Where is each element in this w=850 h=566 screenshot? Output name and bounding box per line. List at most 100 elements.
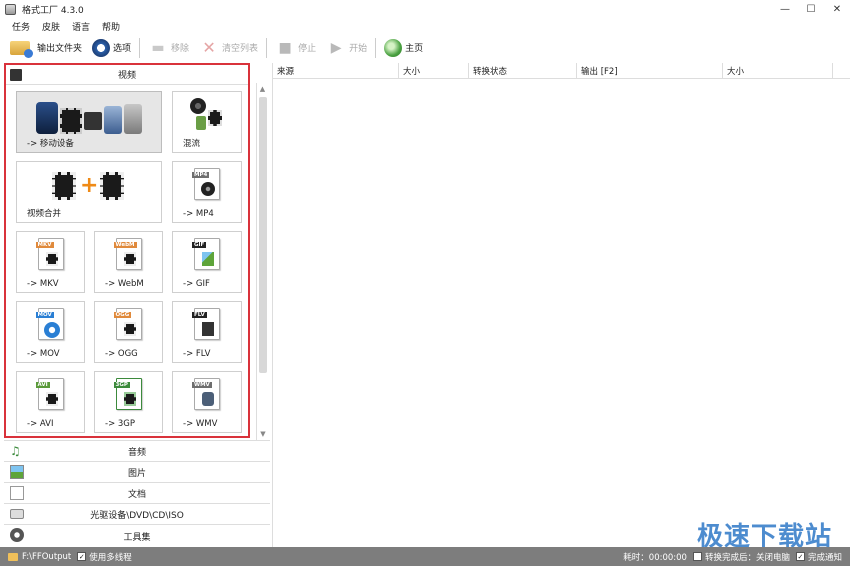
tile-label: -> MP4 — [183, 209, 214, 219]
window-title: 格式工厂 4.3.0 — [22, 5, 84, 16]
scroll-thumb[interactable] — [259, 97, 267, 373]
home-icon — [384, 38, 403, 57]
tile-mov[interactable]: MOV -> MOV — [16, 301, 85, 363]
folder-icon — [10, 40, 33, 58]
multithread-checkbox[interactable]: ✓ — [77, 552, 87, 561]
tile-label: -> MKV — [27, 279, 59, 289]
toolbar-separator — [139, 37, 141, 58]
scroll-up-icon[interactable]: ▲ — [257, 83, 268, 95]
column-output-size[interactable]: 大小 — [723, 63, 833, 79]
close-button[interactable]: ✕ — [824, 0, 850, 18]
minimize-button[interactable]: — — [772, 0, 798, 18]
tile-gif[interactable]: GIF -> GIF — [172, 231, 242, 293]
options-label: 选项 — [113, 44, 132, 54]
category-label: 光驱设备\DVD\CD\ISO — [90, 510, 184, 521]
window-controls: — ☐ ✕ — [772, 0, 850, 18]
category-tools[interactable]: 工具集 — [4, 524, 270, 547]
task-list[interactable]: 来源 大小 转换状态 输出 [F2] 大小 — [272, 63, 850, 547]
tile-mp4[interactable]: MP4 -> MP4 — [172, 161, 242, 223]
column-output[interactable]: 输出 [F2] — [577, 63, 723, 79]
tag: GIF — [192, 242, 207, 248]
output-path[interactable]: F:\FFOutput — [22, 552, 71, 562]
tile-mux[interactable]: 混流 — [172, 91, 242, 153]
webm-file-icon: WebM — [113, 238, 142, 270]
category-label: 工具集 — [123, 532, 151, 543]
tile-avi[interactable]: AVI -> AVI — [16, 371, 85, 433]
tile-mkv[interactable]: MKV -> MKV — [16, 231, 85, 293]
tag: AVI — [35, 382, 50, 388]
video-category-header[interactable]: 视频 — [6, 65, 248, 85]
scroll-down-icon[interactable]: ▼ — [257, 428, 269, 440]
clear-icon: ✕ — [202, 38, 216, 57]
task-list-header: 来源 大小 转换状态 输出 [F2] 大小 — [273, 63, 850, 79]
tag: 3GP — [113, 382, 130, 388]
home-label: 主页 — [405, 44, 424, 54]
flv-file-icon: FLV — [192, 308, 220, 340]
column-size[interactable]: 大小 — [399, 63, 469, 79]
notify-label: 完成通知 — [807, 552, 842, 563]
after-convert-checkbox[interactable] — [692, 552, 702, 561]
column-status[interactable]: 转换状态 — [469, 63, 577, 79]
clear-list-button[interactable]: ✕ 清空列表 — [199, 36, 258, 60]
category-label: 音频 — [127, 447, 146, 458]
maximize-button[interactable]: ☐ — [798, 0, 824, 18]
menu-task[interactable]: 任务 — [12, 20, 30, 33]
category-document[interactable]: 文档 — [4, 482, 270, 503]
tile-label: -> 3GP — [105, 419, 136, 429]
menu-skin[interactable]: 皮肤 — [42, 20, 60, 33]
tile-flv[interactable]: FLV -> FLV — [172, 301, 242, 363]
tile-mobile-device[interactable]: -> 移动设备 — [16, 91, 162, 153]
tile-ogg[interactable]: OGG -> OGG — [94, 301, 163, 363]
tile-label: 混流 — [183, 139, 201, 149]
remove-label: 移除 — [171, 44, 190, 54]
avi-file-icon: AVI — [35, 378, 64, 410]
tools-icon — [10, 528, 24, 542]
remove-icon: ▬ — [151, 39, 165, 56]
category-label: 文档 — [127, 489, 146, 500]
video-join-icon: + — [52, 172, 126, 200]
gif-file-icon: GIF — [192, 238, 220, 270]
menu-help[interactable]: 帮助 — [102, 20, 120, 33]
after-convert-label: 转换完成后：关闭电脑 — [704, 552, 790, 563]
menu-language[interactable]: 语言 — [72, 20, 90, 33]
tile-webm[interactable]: WebM -> WebM — [94, 231, 163, 293]
ogg-file-icon: OGG — [113, 308, 142, 340]
tag: MKV — [35, 242, 54, 248]
start-button[interactable]: ▶ 开始 — [326, 36, 367, 60]
stop-button[interactable]: ■ 停止 — [275, 36, 316, 60]
options-button[interactable]: 选项 — [92, 36, 131, 60]
picture-icon — [10, 465, 24, 479]
tile-label: -> AVI — [27, 419, 54, 429]
tag: FLV — [192, 312, 207, 318]
notify-checkbox[interactable]: ✓ — [795, 552, 805, 561]
clear-list-label: 清空列表 — [222, 44, 259, 54]
output-folder-button[interactable]: 输出文件夹 — [10, 36, 82, 60]
tiles-scrollbar[interactable]: ▲ ▼ — [256, 83, 268, 440]
3gp-file-icon: 3GP — [113, 378, 142, 410]
mux-icon — [190, 98, 224, 132]
tag: OGG — [113, 312, 132, 318]
tile-video-join[interactable]: + 视频合并 — [16, 161, 162, 223]
tile-label: -> 移动设备 — [27, 139, 74, 149]
remove-button[interactable]: ▬ 移除 — [148, 36, 189, 60]
elapsed-time: 耗时：00:00:00 — [623, 552, 687, 563]
tile-3gp[interactable]: 3GP -> 3GP — [94, 371, 163, 433]
multithread-label: 使用多线程 — [89, 552, 132, 563]
mp4-file-icon: MP4 — [192, 168, 220, 200]
home-button[interactable]: 主页 — [384, 36, 423, 60]
tag: WebM — [113, 242, 137, 248]
start-icon: ▶ — [330, 39, 342, 56]
category-audio[interactable]: ♫ 音频 — [4, 440, 270, 461]
category-picture[interactable]: 图片 — [4, 461, 270, 482]
video-tiles: -> 移动设备 混流 + 视频合并 MP4 -> MP4 MKV -> MKV … — [16, 91, 242, 437]
disc-drive-icon — [10, 509, 24, 519]
stop-label: 停止 — [298, 44, 317, 54]
tile-label: -> FLV — [183, 349, 211, 359]
tile-label: -> OGG — [105, 349, 138, 359]
category-disc[interactable]: 光驱设备\DVD\CD\ISO — [4, 503, 270, 524]
tile-label: -> GIF — [183, 279, 210, 289]
tile-wmv[interactable]: WMV -> WMV — [172, 371, 242, 433]
title-bar: 格式工厂 4.3.0 — ☐ ✕ — [0, 0, 850, 18]
tag: WMV — [192, 382, 212, 388]
column-source[interactable]: 来源 — [273, 63, 399, 79]
